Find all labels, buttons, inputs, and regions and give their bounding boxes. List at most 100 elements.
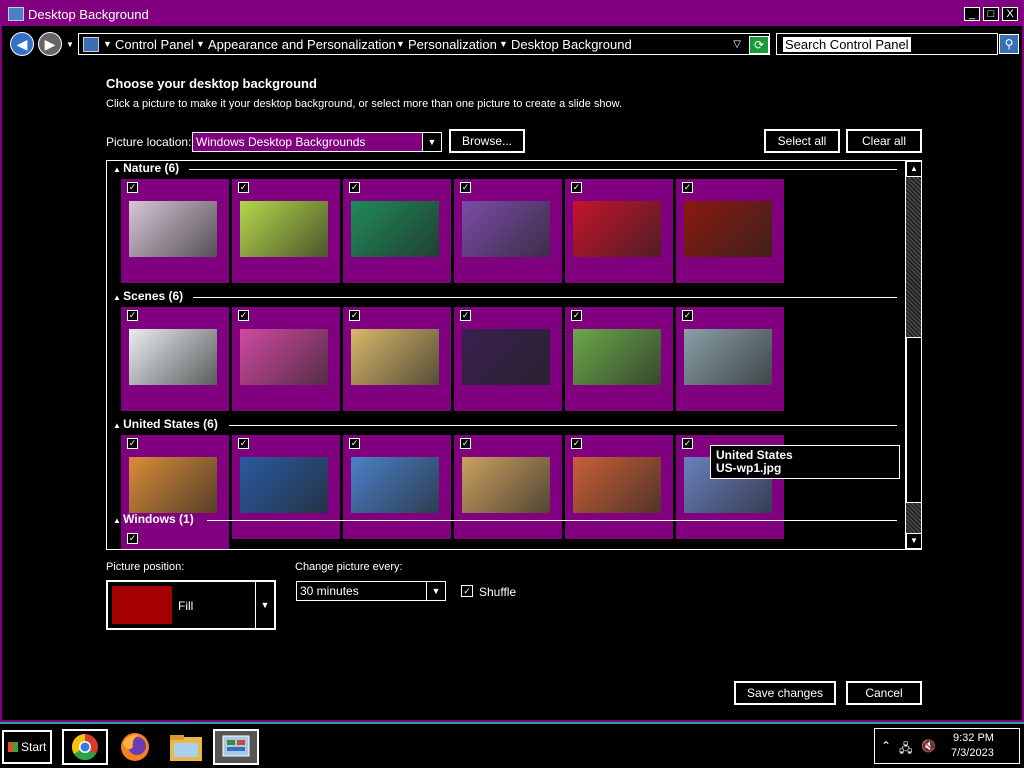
collapse-chevron-icon[interactable]: ▲ (113, 421, 123, 430)
picture-checkbox[interactable]: ✓ (127, 533, 138, 544)
picture-thumbnail[interactable] (573, 329, 661, 385)
picture-tile[interactable]: ✓ (565, 435, 673, 539)
picture-tile[interactable]: ✓ (454, 435, 562, 539)
search-icon[interactable]: ⚲ (999, 34, 1019, 54)
picture-tile[interactable]: ✓ (454, 179, 562, 283)
collapse-chevron-icon[interactable]: ▲ (113, 293, 123, 302)
picture-checkbox[interactable]: ✓ (682, 182, 693, 193)
picture-tile[interactable]: ✓ (121, 179, 229, 283)
picture-thumbnail[interactable] (129, 201, 217, 257)
chevron-down-icon[interactable]: ▼ (426, 582, 445, 600)
group-header[interactable]: ▲ Nature (6) (113, 161, 179, 175)
picture-thumbnail[interactable] (573, 201, 661, 257)
picture-position-select[interactable]: Fill ▼ (106, 580, 276, 630)
picture-checkbox[interactable]: ✓ (349, 438, 360, 449)
picture-tile[interactable]: ✓ (343, 435, 451, 539)
clock-date[interactable]: 7/3/2023 (951, 747, 994, 759)
chevron-down-icon[interactable]: ▼ (103, 39, 112, 49)
picture-checkbox[interactable]: ✓ (682, 438, 693, 449)
start-button[interactable]: Start (2, 730, 52, 764)
picture-tile[interactable]: ✓ (121, 307, 229, 411)
show-hidden-icons-icon[interactable]: ⌃ (881, 739, 891, 753)
picture-thumbnail[interactable] (351, 201, 439, 257)
picture-tile[interactable]: ✓ (676, 307, 784, 411)
gallery-scrollbar[interactable]: ▲ ▼ (905, 161, 921, 549)
picture-checkbox[interactable]: ✓ (349, 182, 360, 193)
picture-tile[interactable]: ✓ (343, 307, 451, 411)
picture-checkbox[interactable]: ✓ (127, 182, 138, 193)
picture-checkbox[interactable]: ✓ (460, 310, 471, 321)
picture-location-select[interactable]: Windows Desktop Backgrounds ▼ (192, 132, 442, 152)
picture-tile[interactable]: ✓ (121, 530, 229, 549)
volume-muted-icon[interactable]: 🔇 (921, 739, 936, 753)
group-header[interactable]: ▲ Windows (1) (113, 512, 194, 526)
picture-checkbox[interactable]: ✓ (571, 310, 582, 321)
chevron-down-icon[interactable]: ▼ (396, 39, 405, 49)
picture-thumbnail[interactable] (240, 329, 328, 385)
picture-checkbox[interactable]: ✓ (127, 438, 138, 449)
recent-pages-chevron-icon[interactable]: ▼ (66, 40, 74, 49)
picture-checkbox[interactable]: ✓ (682, 310, 693, 321)
address-dropdown-icon[interactable]: ▽ (733, 39, 741, 50)
picture-tile[interactable]: ✓ (565, 179, 673, 283)
picture-thumbnail[interactable] (351, 329, 439, 385)
breadcrumb-personalization[interactable]: Personalization (408, 37, 497, 52)
scroll-down-icon[interactable]: ▼ (906, 533, 921, 549)
picture-checkbox[interactable]: ✓ (238, 438, 249, 449)
picture-tile[interactable]: ✓ (343, 179, 451, 283)
picture-thumbnail[interactable] (573, 457, 661, 513)
picture-tile[interactable]: ✓ (565, 307, 673, 411)
refresh-button[interactable]: ⟳ (749, 36, 769, 54)
chevron-down-icon[interactable]: ▼ (255, 582, 274, 628)
picture-checkbox[interactable]: ✓ (571, 438, 582, 449)
picture-thumbnail[interactable] (240, 457, 328, 513)
picture-thumbnail[interactable] (462, 201, 550, 257)
picture-thumbnail[interactable] (684, 329, 772, 385)
breadcrumb-desktop-background[interactable]: Desktop Background (511, 37, 632, 52)
picture-tile[interactable]: ✓ (232, 179, 340, 283)
picture-tile[interactable]: ✓ (232, 307, 340, 411)
picture-tile[interactable]: ✓ (454, 307, 562, 411)
forward-button[interactable]: ▶ (38, 32, 62, 56)
clock-time[interactable]: 9:32 PM (953, 732, 994, 744)
collapse-chevron-icon[interactable]: ▲ (113, 516, 123, 525)
address-bar[interactable]: ▼ Control Panel ▼ Appearance and Persona… (78, 33, 770, 55)
browse-button[interactable]: Browse... (449, 129, 525, 153)
title-bar[interactable]: Desktop Background _ □ X (2, 2, 1022, 26)
breadcrumb-control-panel[interactable]: Control Panel (115, 37, 194, 52)
shuffle-checkbox[interactable]: ✓ (461, 585, 473, 597)
chrome-icon[interactable] (62, 729, 108, 765)
minimize-button[interactable]: _ (964, 7, 980, 21)
select-all-button[interactable]: Select all (764, 129, 840, 153)
picture-thumbnail[interactable] (462, 457, 550, 513)
change-interval-select[interactable]: 30 minutes ▼ (296, 581, 446, 601)
picture-checkbox[interactable]: ✓ (460, 438, 471, 449)
scroll-up-icon[interactable]: ▲ (906, 161, 921, 177)
picture-checkbox[interactable]: ✓ (460, 182, 471, 193)
picture-thumbnail[interactable] (684, 201, 772, 257)
collapse-chevron-icon[interactable]: ▲ (113, 165, 123, 174)
picture-checkbox[interactable]: ✓ (238, 310, 249, 321)
chevron-down-icon[interactable]: ▼ (422, 133, 441, 151)
picture-thumbnail[interactable] (351, 457, 439, 513)
picture-checkbox[interactable]: ✓ (349, 310, 360, 321)
picture-tile[interactable]: ✓ (232, 435, 340, 539)
group-header[interactable]: ▲ Scenes (6) (113, 289, 183, 303)
group-header[interactable]: ▲ United States (6) (113, 417, 218, 431)
control-panel-taskbar-icon[interactable] (213, 729, 259, 765)
scrollbar-thumb[interactable] (906, 337, 921, 503)
save-changes-button[interactable]: Save changes (734, 681, 836, 705)
maximize-button[interactable]: □ (983, 7, 999, 21)
file-explorer-icon[interactable] (164, 729, 210, 765)
clear-all-button[interactable]: Clear all (846, 129, 922, 153)
picture-thumbnail[interactable] (129, 457, 217, 513)
picture-tile[interactable]: ✓ (676, 179, 784, 283)
search-input[interactable]: Search Control Panel (776, 33, 998, 55)
breadcrumb-appearance[interactable]: Appearance and Personalization (208, 37, 396, 52)
picture-thumbnail[interactable] (129, 329, 217, 385)
picture-thumbnail[interactable] (240, 201, 328, 257)
chevron-down-icon[interactable]: ▼ (196, 39, 205, 49)
network-icon[interactable]: 🖧 (899, 739, 912, 760)
chevron-down-icon[interactable]: ▼ (499, 39, 508, 49)
firefox-icon[interactable] (113, 729, 159, 765)
